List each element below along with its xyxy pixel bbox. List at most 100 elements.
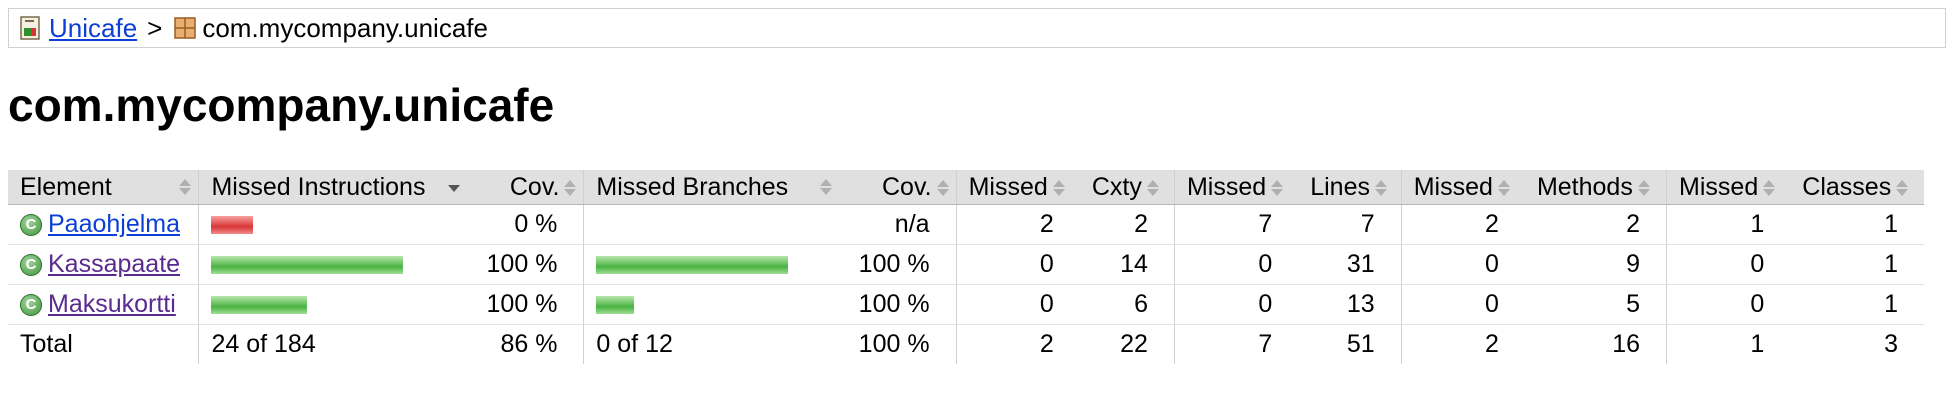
covered-instructions-bar <box>211 256 404 275</box>
header-missed-cxty[interactable]: Missed <box>955 170 1080 205</box>
missed-branches-cell <box>583 244 840 285</box>
header-element[interactable]: Element <box>8 170 199 205</box>
total-label: Total <box>20 330 73 358</box>
classes: 1 <box>1790 204 1924 245</box>
class-icon: C <box>20 294 42 317</box>
missed-classes: 0 <box>1666 244 1791 285</box>
missed-methods: 0 <box>1400 244 1525 285</box>
total-missed-methods: 2 <box>1400 324 1525 364</box>
total-instructions-cov: 86 % <box>500 330 558 358</box>
header-methods[interactable]: Methods <box>1524 170 1667 205</box>
covered-branches-bar <box>596 256 789 275</box>
sort-icon <box>819 177 833 197</box>
package-icon <box>172 15 198 41</box>
sort-icon <box>1270 178 1284 198</box>
missed-cxty: 2 <box>955 204 1080 245</box>
missed-methods: 0 <box>1400 284 1525 325</box>
missed-methods: 2 <box>1400 204 1525 245</box>
missed-classes: 0 <box>1666 284 1791 325</box>
header-missed-methods[interactable]: Missed <box>1400 170 1525 205</box>
cxty: 6 <box>1079 284 1175 325</box>
missed-lines: 0 <box>1173 284 1299 325</box>
sort-icon <box>1637 178 1651 198</box>
total-cxty: 22 <box>1120 330 1148 358</box>
header-missed-classes[interactable]: Missed <box>1666 170 1791 205</box>
header-branches-cov[interactable]: Cov. <box>839 170 957 205</box>
table-row: C Paaohjelma 0 % n/a 2 2 7 7 2 2 1 1 <box>8 204 1924 245</box>
sort-icon <box>936 178 950 198</box>
missed-cxty: 0 <box>955 244 1080 285</box>
element-cell: C Maksukortti <box>8 284 199 325</box>
header-missed-instructions[interactable]: Missed Instructions <box>198 170 467 205</box>
total-missed-classes: 1 <box>1666 324 1791 364</box>
report-icon <box>19 15 45 41</box>
instructions-cov: 0 % <box>466 204 584 245</box>
total-lines: 51 <box>1346 330 1375 358</box>
instructions-cov: 100 % <box>466 284 584 325</box>
missed-lines: 7 <box>1173 204 1299 245</box>
sort-descending-icon <box>447 177 461 197</box>
missed-instructions-cell <box>198 204 467 245</box>
missed-lines: 0 <box>1173 244 1299 285</box>
sort-icon <box>1052 178 1066 198</box>
coverage-table: Element Missed Instructions Cov. Missed … <box>8 170 1924 364</box>
total-missed-cxty: 2 <box>955 324 1080 364</box>
cxty: 2 <box>1079 204 1175 245</box>
total-classes: 3 <box>1884 330 1898 358</box>
element-cell: C Kassapaate <box>8 244 199 285</box>
element-cell: C Paaohjelma <box>8 204 199 245</box>
total-branches: 0 of 12 <box>583 324 840 364</box>
lines: 13 <box>1298 284 1402 325</box>
missed-classes: 1 <box>1666 204 1791 245</box>
sort-icon <box>563 178 577 198</box>
missed-branches-cell <box>583 204 840 245</box>
classes: 1 <box>1790 284 1924 325</box>
sort-icon <box>1762 178 1776 198</box>
breadcrumb: Unicafe > com.mycompany.unicafe <box>8 8 1946 48</box>
covered-branches-bar <box>596 296 635 315</box>
class-icon: C <box>20 214 42 237</box>
total-instructions: 24 of 184 <box>198 324 467 364</box>
methods: 2 <box>1524 204 1667 245</box>
instructions-cov: 100 % <box>466 244 584 285</box>
class-icon: C <box>20 254 42 277</box>
element-link[interactable]: Paaohjelma <box>48 210 180 238</box>
classes: 1 <box>1790 244 1924 285</box>
missed-instructions-bar <box>211 216 254 235</box>
lines: 7 <box>1298 204 1402 245</box>
total-row: Total 24 of 184 86 % 0 of 12 100 % 2 22 … <box>8 324 1924 364</box>
page-title: com.mycompany.unicafe <box>8 79 555 131</box>
header-missed-branches[interactable]: Missed Branches <box>583 170 840 205</box>
sort-icon <box>178 177 192 197</box>
header-lines[interactable]: Lines <box>1298 170 1402 205</box>
sort-icon <box>1374 178 1388 198</box>
element-link[interactable]: Kassapaate <box>48 250 180 278</box>
header-classes[interactable]: Classes <box>1790 170 1924 205</box>
table-header-row: Element Missed Instructions Cov. Missed … <box>8 170 1924 205</box>
sort-icon <box>1497 178 1511 198</box>
branches-cov: n/a <box>839 204 957 245</box>
breadcrumb-root-link[interactable]: Unicafe <box>49 13 137 44</box>
covered-instructions-bar <box>211 296 308 315</box>
sort-icon <box>1146 178 1160 198</box>
missed-instructions-cell <box>198 284 467 325</box>
total-methods: 16 <box>1612 330 1641 358</box>
header-instructions-cov[interactable]: Cov. <box>466 170 584 205</box>
methods: 9 <box>1524 244 1667 285</box>
breadcrumb-separator: > <box>147 12 163 43</box>
breadcrumb-current: com.mycompany.unicafe <box>202 12 488 43</box>
missed-branches-cell <box>583 284 840 325</box>
header-missed-lines[interactable]: Missed <box>1173 170 1299 205</box>
element-link[interactable]: Maksukortti <box>48 290 176 318</box>
methods: 5 <box>1524 284 1667 325</box>
branches-cov: 100 % <box>839 284 957 325</box>
header-cxty[interactable]: Cxty <box>1079 170 1175 205</box>
table-row: C Maksukortti 100 % 100 % 0 6 0 13 0 5 0 1 <box>8 284 1924 325</box>
sort-icon <box>1895 178 1909 198</box>
cxty: 14 <box>1079 244 1175 285</box>
total-branches-cov: 100 % <box>858 330 930 358</box>
total-missed-lines: 7 <box>1173 324 1299 364</box>
lines: 31 <box>1298 244 1402 285</box>
missed-cxty: 0 <box>955 284 1080 325</box>
missed-instructions-cell <box>198 244 467 285</box>
